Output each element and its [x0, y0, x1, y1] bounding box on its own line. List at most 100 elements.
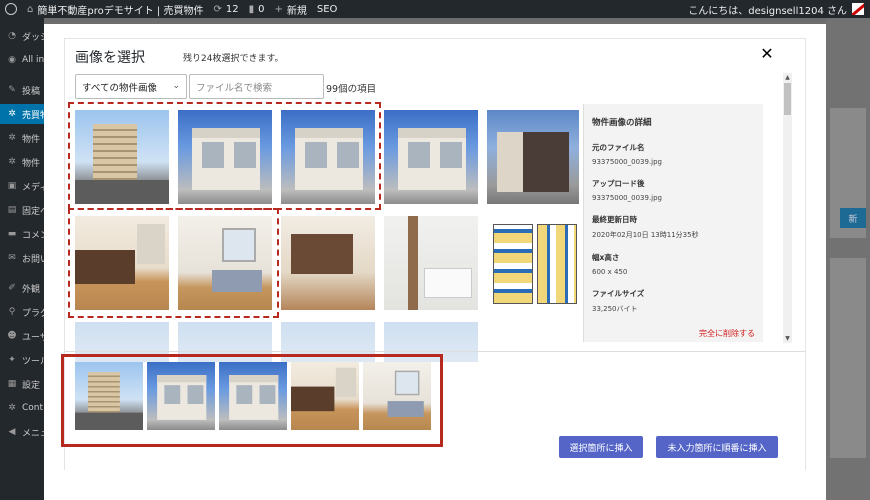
wordpress-logo-icon[interactable] — [0, 0, 22, 18]
search-input[interactable]: ファイル名で検索 — [189, 74, 324, 99]
sidebar-item-properties-1[interactable]: ✲ 物件 — [0, 128, 44, 148]
property-photo — [487, 110, 579, 204]
account-menu[interactable]: こんにちは、designsell1204 さん — [688, 0, 864, 18]
selected-image[interactable] — [147, 362, 215, 430]
gear-icon: ✲ — [8, 157, 16, 167]
comment-icon: ▬ — [7, 229, 17, 239]
plugin-icon: ⚲ — [8, 307, 16, 317]
image-thumb[interactable] — [384, 110, 478, 204]
sidebar-item-sale-properties[interactable]: ✲売買物件 — [0, 104, 44, 124]
property-photo — [75, 362, 143, 430]
sidebar-item-settings[interactable]: ▦ 設定 — [0, 374, 44, 394]
modal-title: 画像を選択 — [75, 50, 145, 66]
scroll-up-icon[interactable]: ▲ — [783, 73, 792, 82]
settings-icon: ▦ — [7, 379, 17, 389]
image-thumb[interactable] — [384, 322, 478, 362]
sidebar-item-dashboard[interactable]: ◔ダッシュボード — [0, 26, 44, 46]
scroll-down-icon[interactable]: ▼ — [783, 334, 792, 343]
comments-count: 0 — [258, 3, 265, 15]
avatar — [852, 3, 864, 15]
property-photo — [178, 216, 272, 310]
item-count: 99個の項目 — [326, 84, 377, 95]
wrench-icon: ✦ — [8, 355, 16, 365]
admin-sidebar: ◔ダッシュボード ◉All in One SEO ✎投稿 ✲売買物件 ✲物件 ✲… — [0, 18, 44, 500]
sidebar-item-tools[interactable]: ✦ツール — [0, 350, 44, 370]
site-name-link[interactable]: ⌂ 簡単不動産proデモサイト | 売買物件 — [22, 0, 208, 18]
sidebar-item-appearance[interactable]: ✐ 外観 — [0, 278, 44, 298]
sidebar-item-seo[interactable]: ◉All in One SEO — [0, 50, 44, 70]
property-photo — [281, 322, 375, 362]
refresh-icon: ⟳ — [213, 3, 222, 15]
page-icon: ▤ — [7, 205, 17, 215]
chevron-down-icon: ⌄ — [172, 81, 180, 91]
new-content-link[interactable]: + 新規 — [269, 0, 311, 18]
image-thumb[interactable] — [75, 322, 169, 362]
original-filename-label: 元のファイル名 — [592, 143, 645, 152]
mail-icon: ✉ — [8, 253, 16, 263]
sidebar-item-properties-2[interactable]: ✲ 物件 — [0, 152, 44, 172]
image-thumb[interactable] — [384, 216, 478, 310]
image-thumb[interactable] — [178, 216, 272, 310]
dimensions-label: 幅x高さ — [592, 253, 620, 262]
image-thumb[interactable] — [281, 216, 375, 310]
sidebar-item-users[interactable]: ☻ユーザー — [0, 326, 44, 346]
image-thumb[interactable] — [75, 216, 169, 310]
search-placeholder: ファイル名で検索 — [196, 82, 273, 94]
gear-icon: ✲ — [8, 403, 16, 413]
divider — [65, 351, 805, 352]
image-filter-select[interactable]: すべての物件画像 ⌄ — [75, 74, 187, 99]
gear-icon: ✲ — [8, 109, 16, 119]
sidebar-item-contact[interactable]: ✉お問い合わせ — [0, 248, 44, 268]
insert-sequential-button[interactable]: 未入力箇所に順番に挿入 — [656, 436, 778, 458]
property-photo — [384, 110, 478, 204]
sidebar-item-plugins[interactable]: ⚲プラグイン — [0, 302, 44, 322]
remaining-count-text: 残り24枚選択できます。 — [183, 54, 284, 64]
image-thumb[interactable] — [178, 110, 272, 204]
background-page-edge: 新 — [826, 18, 870, 500]
image-details-panel: 物件画像の詳細 元のファイル名 93375000_0039.jpg アップロード… — [583, 104, 763, 342]
image-thumb[interactable] — [75, 110, 169, 204]
selected-image[interactable] — [363, 362, 431, 430]
plus-icon: + — [274, 3, 283, 15]
insert-selected-button[interactable]: 選択箇所に挿入 — [559, 436, 643, 458]
new-label: 新規 — [286, 5, 307, 17]
seo-link[interactable]: SEO — [312, 0, 343, 18]
selected-images-strip — [75, 362, 431, 436]
sidebar-item-posts[interactable]: ✎ 投稿 — [0, 80, 44, 100]
image-thumb[interactable] — [281, 110, 375, 204]
user-icon: ☻ — [7, 331, 17, 341]
floor-plan-image — [487, 216, 579, 310]
home-icon: ⌂ — [27, 3, 34, 15]
updated-label: 最終更新日時 — [592, 215, 637, 224]
sidebar-item-comments[interactable]: ▬コメント — [0, 224, 44, 244]
sidebar-item-pages[interactable]: ▤固定ページ — [0, 200, 44, 220]
property-photo — [75, 216, 169, 310]
image-grid — [75, 104, 579, 362]
close-icon[interactable]: ✕ — [758, 45, 776, 63]
property-photo — [363, 362, 431, 430]
seo-icon: ◉ — [8, 55, 16, 65]
collapse-icon: ◀ — [8, 427, 16, 437]
grid-scrollbar[interactable]: ▲ ▼ — [783, 73, 792, 343]
selected-image[interactable] — [291, 362, 359, 430]
delete-permanently-link[interactable]: 完全に削除する — [699, 328, 755, 339]
image-thumb[interactable] — [281, 322, 375, 362]
image-thumb[interactable] — [487, 110, 579, 204]
comments-link[interactable]: ▮ 0 — [244, 0, 270, 18]
background-panel — [830, 258, 866, 458]
sidebar-item-cont[interactable]: ✲ Cont — [0, 398, 44, 418]
property-photo — [291, 362, 359, 430]
image-thumb[interactable] — [487, 216, 579, 310]
greeting: こんにちは、designsell1204 さん — [688, 5, 847, 17]
brush-icon: ✐ — [8, 283, 16, 293]
property-photo — [147, 362, 215, 430]
selected-image[interactable] — [75, 362, 143, 430]
selected-image[interactable] — [219, 362, 287, 430]
original-filename-value: 93375000_0039.jpg — [592, 158, 662, 166]
comment-icon: ▮ — [248, 3, 255, 15]
scrollbar-thumb[interactable] — [784, 83, 791, 115]
updates-link[interactable]: ⟳ 12 — [208, 0, 243, 18]
image-thumb[interactable] — [178, 322, 272, 362]
sidebar-item-collapse[interactable]: ◀メニュー — [0, 422, 44, 442]
sidebar-item-media[interactable]: ▣メディア — [0, 176, 44, 196]
